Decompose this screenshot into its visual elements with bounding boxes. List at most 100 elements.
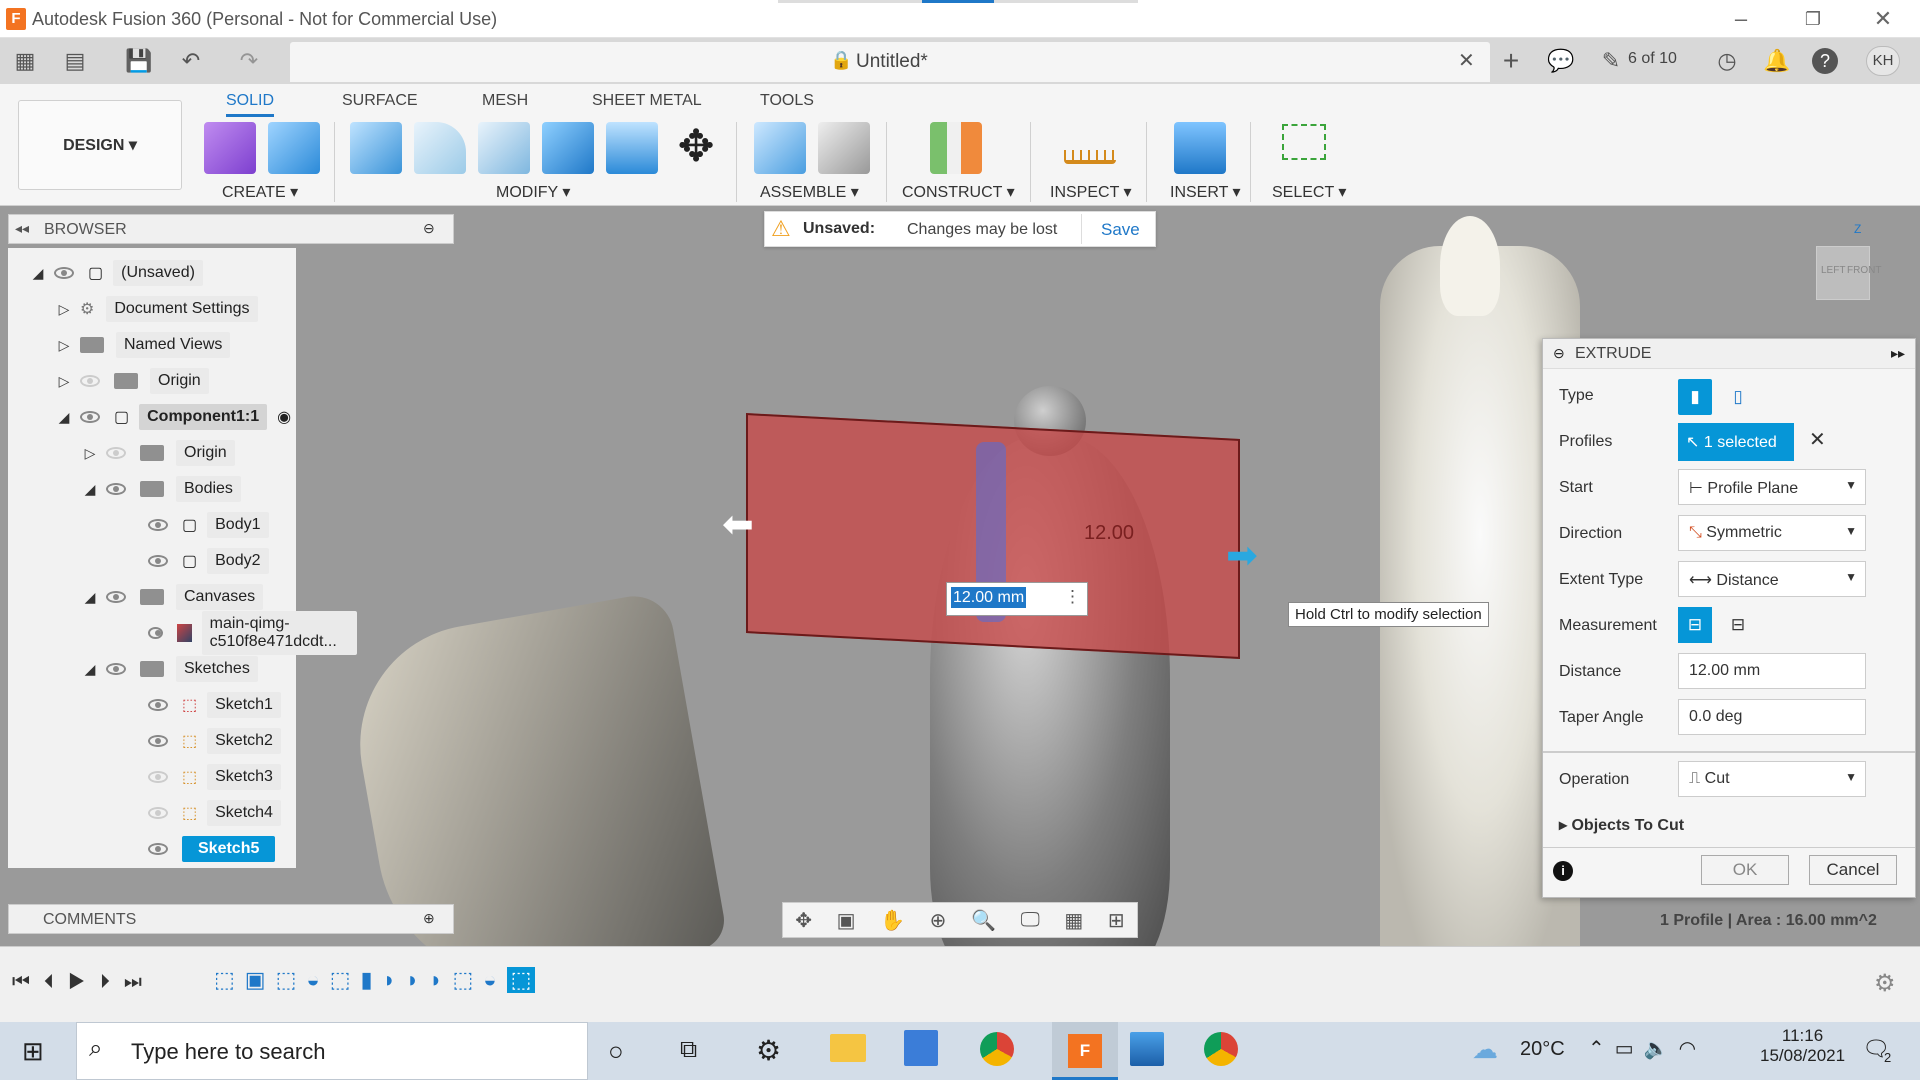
wifi-icon[interactable]: ◠ [1679,1038,1706,1060]
winrar-icon[interactable] [904,1030,938,1066]
type-solid-icon[interactable]: ▮ [1678,379,1712,415]
tree-row-body1[interactable]: ▢ Body1 [148,510,269,540]
expand-icon[interactable]: ▷ [56,301,72,318]
insert-image-icon[interactable] [1174,122,1226,174]
offset-plane-icon[interactable] [930,122,982,174]
close-tab-icon[interactable]: ✕ [1458,48,1475,73]
tab-tools[interactable]: TOOLS [760,92,814,110]
document-tab[interactable]: 🔒 Untitled* ✕ [290,42,1490,82]
start-dropdown[interactable]: ⊢ Profile Plane ▼ [1678,469,1866,505]
drag-arrow-right-icon[interactable]: ➡ [1226,536,1270,576]
collapse-icon[interactable]: ◢ [82,661,98,678]
timeline-fillet-icon[interactable]: ◗ [406,967,419,993]
combine-icon[interactable] [542,122,594,174]
weather-temp[interactable]: 20°C [1520,1038,1565,1061]
clear-selection-icon[interactable]: ✕ [1809,427,1826,452]
visibility-eye-icon[interactable] [148,519,168,531]
fit-icon[interactable]: 🔍 [971,908,996,933]
file-menu-icon[interactable]: ▤ [60,46,90,76]
add-comment-icon[interactable]: ⊕ [423,910,435,927]
step-forward-icon[interactable]: ⏵ [100,971,124,993]
measurement-whole-icon[interactable]: ⊟ [1721,607,1755,643]
activate-radio-icon[interactable]: ◉ [277,407,291,427]
timeline-fillet-icon[interactable]: ◗ [383,967,396,993]
inspect-menu[interactable]: INSPECT ▾ [1050,182,1132,202]
modify-menu[interactable]: MODIFY ▾ [496,182,570,202]
tab-solid[interactable]: SOLID [226,92,275,117]
visibility-eye-icon[interactable] [148,555,168,567]
step-back-icon[interactable]: ⏴ [44,971,68,993]
collapse-browser-icon[interactable]: ◂◂ [15,220,29,237]
collapse-icon[interactable]: ◢ [82,481,98,498]
user-avatar[interactable]: KH [1866,46,1900,76]
windows-start-icon[interactable]: ⊞ [22,1036,44,1067]
save-icon[interactable]: 💾 [124,46,154,76]
tree-row-doc-settings[interactable]: ▷ ⚙ Document Settings [56,294,258,324]
fusion-taskbar-button[interactable]: F [1052,1022,1118,1080]
construct-menu[interactable]: CONSTRUCT ▾ [902,182,1015,202]
expand-icon[interactable]: ▷ [82,445,98,462]
more-options-icon[interactable]: ⋮ [1064,587,1081,607]
visibility-eye-icon[interactable] [148,627,163,639]
go-to-end-icon[interactable]: ⏭ [124,971,156,993]
comments-icon[interactable]: 💬 [1546,46,1576,76]
visibility-eye-icon[interactable] [106,591,126,603]
cortana-icon[interactable]: ○ [608,1036,624,1067]
tree-row-component[interactable]: ◢ ▢ Component1:1 ◉ [56,402,291,432]
timeline-fillet-icon[interactable]: ◗ [429,967,442,993]
workspace-switcher[interactable]: DESIGN ▾ [18,100,182,190]
tree-row-origin[interactable]: ▷ Origin [56,366,209,396]
job-count[interactable]: 6 of 10 [1628,50,1677,68]
visibility-eye-icon[interactable] [106,663,126,675]
tree-row-root[interactable]: ◢ ▢ (Unsaved) [30,258,203,288]
dialog-minus-icon[interactable]: ⊖ [1553,345,1565,362]
collapse-icon[interactable]: ◢ [30,265,46,282]
save-link[interactable]: Save [1101,220,1140,240]
tree-row-sketch3[interactable]: ⬚ Sketch3 [148,762,281,792]
info-icon[interactable]: i [1553,861,1573,881]
browser-minus-icon[interactable]: ⊖ [423,220,435,237]
notification-bell-icon[interactable]: 🔔 [1762,46,1792,76]
timeline-sketch-icon[interactable]: ⬚ [276,967,297,993]
browser-panel-header[interactable]: ◂◂ BROWSER ⊖ [8,214,454,244]
timeline-canvas-icon[interactable]: ▣ [245,967,266,993]
visibility-eye-icon[interactable] [148,771,168,783]
grid-settings-icon[interactable]: ▦ [1064,908,1083,933]
volume-icon[interactable]: 🔈 [1644,1038,1679,1060]
history-icon[interactable]: ◷ [1712,46,1742,76]
data-panel-grid-icon[interactable]: ▦ [10,46,40,76]
tree-row-sketches[interactable]: ◢ Sketches [82,654,258,684]
new-component-assemble-icon[interactable] [754,122,806,174]
extrude-header[interactable]: ⊖ EXTRUDE ▸▸ [1543,339,1915,369]
tree-row-sketch5[interactable]: Sketch5 [148,834,276,864]
photos-icon[interactable] [1130,1032,1164,1066]
chrome-icon-2[interactable] [1204,1032,1238,1066]
look-at-icon[interactable]: ▣ [837,908,856,933]
visibility-eye-icon[interactable] [148,699,168,711]
assemble-menu[interactable]: ASSEMBLE ▾ [760,182,859,202]
clock[interactable]: 11:16 15/08/2021 [1760,1026,1845,1066]
dialog-expand-icon[interactable]: ▸▸ [1891,345,1905,362]
timeline-sketch-icon[interactable]: ⬚ [330,967,351,993]
timeline-extrude-icon[interactable]: ▮ [360,967,372,993]
minimize-icon[interactable]: – [1716,4,1766,34]
visibility-eye-icon[interactable] [80,375,100,387]
operation-dropdown[interactable]: ⎍ Cut ▼ [1678,761,1866,797]
tab-surface[interactable]: SURFACE [342,92,418,110]
visibility-eye-icon[interactable] [106,483,126,495]
battery-icon[interactable]: ▭ [1615,1038,1644,1060]
tree-row-sketch4[interactable]: ⬚ Sketch4 [148,798,281,828]
close-window-icon[interactable]: ✕ [1858,4,1908,34]
extrude-icon[interactable] [268,122,320,174]
tree-row-canvas[interactable]: main-qimg-c510f8e471dcdt... [148,611,358,655]
expand-icon[interactable]: ▷ [56,337,72,354]
visibility-eye-icon[interactable] [148,843,168,855]
file-explorer-icon[interactable] [830,1034,866,1062]
distance-input[interactable]: 12.00 mm [1678,653,1866,689]
tree-row-named-views[interactable]: ▷ Named Views [56,330,231,360]
view-cube[interactable]: LEFT FRONT [1816,246,1881,300]
display-settings-icon[interactable]: 🖵 [1021,909,1040,932]
profiles-select[interactable]: ↖ 1 selected [1678,423,1794,461]
visibility-eye-icon[interactable] [148,807,168,819]
new-component-icon[interactable] [204,122,256,174]
